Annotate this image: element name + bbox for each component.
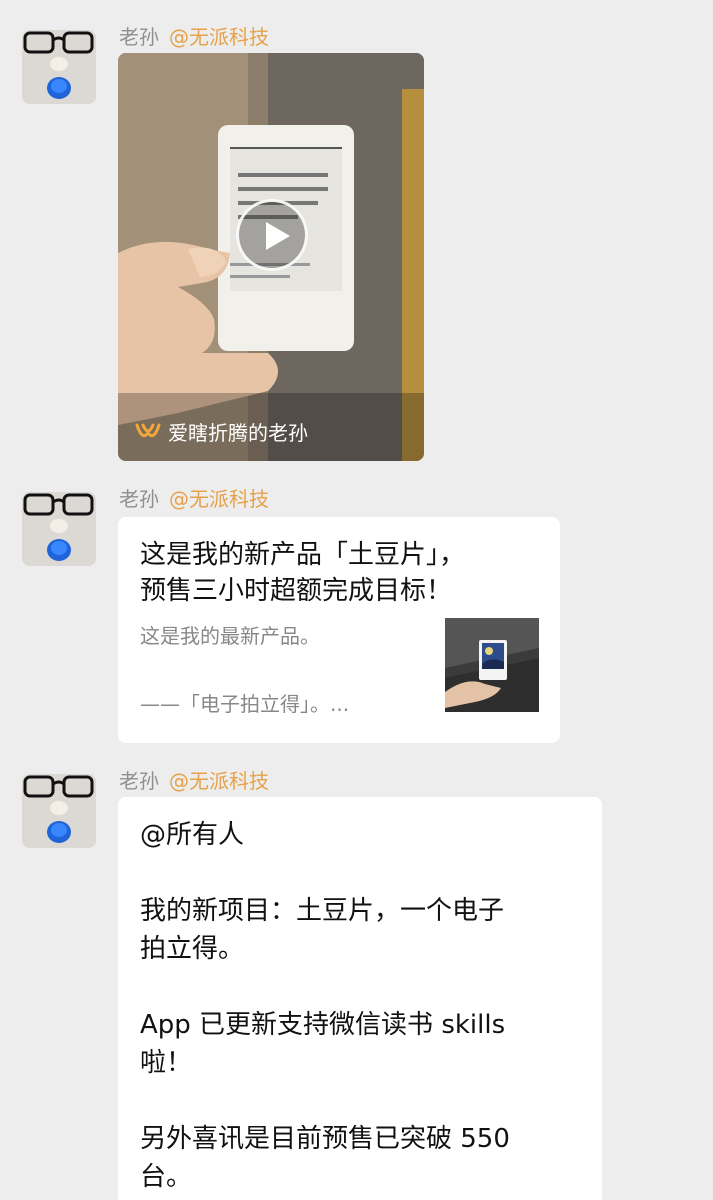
sender-name: 老孙 — [119, 769, 159, 793]
link-card[interactable]: 这是我的新产品「土豆片」， 预售三小时超额完成目标！ 这是我的最新产品。 ——「… — [118, 517, 560, 743]
mention-all[interactable]: @所有人 — [140, 817, 244, 853]
text-line: 我的新项目：土豆片，一个电子 — [140, 896, 505, 926]
text-line: App 已更新支持微信读书 skills — [140, 1010, 506, 1040]
avatar[interactable] — [22, 30, 96, 104]
chat-view: 老孙 @无派科技 爱瞎折腾的老孙 老孙 @无派科技 这是我的新产品「土豆片」， … — [0, 0, 713, 1200]
sender-group-tag: @无派科技 — [169, 487, 269, 511]
card-title-line: 预售三小时超额完成目标！ — [140, 576, 453, 606]
text-line: 拍立得。 — [140, 934, 245, 964]
text-line: 台。 — [140, 1162, 193, 1192]
sender-name: 老孙 — [119, 25, 159, 49]
message-video: 老孙 @无派科技 爱瞎折腾的老孙 — [0, 0, 713, 470]
avatar[interactable] — [22, 492, 96, 566]
sender-group-tag: @无派科技 — [169, 769, 269, 793]
polaroid-photo-image — [445, 618, 539, 712]
glasses-avatar-image — [22, 492, 96, 566]
play-button-icon[interactable] — [236, 199, 308, 271]
sender-line: 老孙 @无派科技 — [119, 766, 269, 796]
avatar[interactable] — [22, 774, 96, 848]
card-thumbnail — [445, 618, 539, 712]
sender-name: 老孙 — [119, 487, 159, 511]
wechat-channels-icon — [135, 423, 161, 438]
sender-line: 老孙 @无派科技 — [119, 484, 269, 514]
text-line: 啦！ — [140, 1048, 193, 1078]
card-title-line: 这是我的新产品「土豆片」， — [140, 540, 466, 570]
card-description: 这是我的最新产品。 — [140, 624, 320, 648]
sender-line: 老孙 @无派科技 — [119, 22, 269, 52]
sender-group-tag: @无派科技 — [169, 25, 269, 49]
text-bubble[interactable]: @所有人 我的新项目：土豆片，一个电子 拍立得。 App 已更新支持微信读书 s… — [118, 797, 602, 1200]
text-line: 另外喜讯是目前预售已突破 550 — [140, 1124, 510, 1154]
video-channel-name[interactable]: 爱瞎折腾的老孙 — [168, 418, 308, 448]
glasses-avatar-image — [22, 30, 96, 104]
card-title: 这是我的新产品「土豆片」， 预售三小时超额完成目标！ — [140, 537, 540, 609]
card-description: ——「电子拍立得」。... — [140, 692, 350, 716]
glasses-avatar-image — [22, 774, 96, 848]
